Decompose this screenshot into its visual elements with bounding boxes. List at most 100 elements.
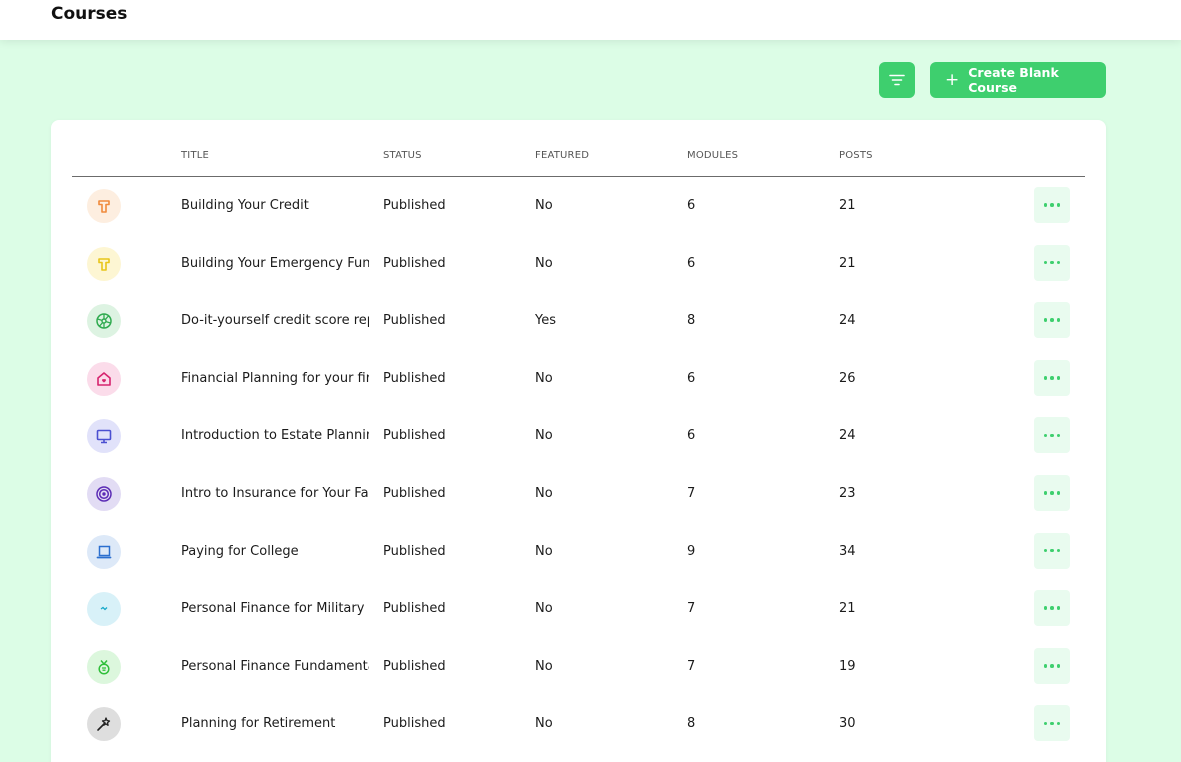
course-status: Published (383, 486, 446, 501)
column-header-status: STATUS (383, 150, 422, 161)
laptop-icon (87, 534, 121, 569)
more-dots-icon (1043, 721, 1048, 726)
course-featured: No (535, 601, 553, 617)
course-title[interactable]: Financial Planning for your first home (181, 350, 369, 407)
top-bar: Courses (0, 0, 1181, 40)
course-modules: 6 (687, 370, 696, 386)
course-featured: No (535, 370, 553, 386)
course-title[interactable]: Paying for College (181, 523, 369, 580)
course-status: Published (383, 601, 446, 617)
course-title[interactable]: Do-it-yourself credit score repair (181, 292, 369, 349)
table-row[interactable]: Paying for College Published No 9 34 (72, 523, 1085, 580)
course-title[interactable]: Introduction to Estate Planning (181, 407, 369, 464)
more-options-button[interactable] (1034, 359, 1070, 396)
table-row[interactable]: Building Your Emergency Fund Published N… (72, 235, 1085, 292)
course-posts: 30 (839, 716, 856, 732)
filter-icon (889, 74, 905, 86)
more-dots-icon (1043, 318, 1048, 322)
course-title[interactable]: Building Your Credit (181, 177, 369, 234)
medal-icon (87, 649, 121, 684)
more-dots-icon (1043, 491, 1048, 495)
course-posts: 26 (839, 370, 856, 386)
course-featured: No (535, 428, 553, 444)
course-posts: 21 (839, 198, 856, 213)
column-header-posts: POSTS (839, 150, 873, 161)
course-title[interactable]: Building Your Emergency Fund (181, 235, 369, 292)
plus-icon: + (945, 69, 960, 90)
course-status: Published (383, 370, 446, 386)
more-dots-icon (1043, 376, 1048, 380)
monitor-icon (87, 419, 121, 454)
more-options-button[interactable] (1034, 244, 1070, 281)
course-posts: 21 (839, 601, 856, 617)
course-status: Published (383, 198, 446, 213)
course-modules: 8 (687, 313, 696, 329)
course-featured: Yes (535, 313, 556, 329)
more-options-button[interactable] (1034, 187, 1070, 223)
create-blank-course-button[interactable]: + Create Blank Course (930, 62, 1106, 98)
course-posts: 23 (839, 486, 856, 501)
table-row[interactable]: Planning for Retirement Published No 8 3… (72, 695, 1085, 752)
course-status: Published (383, 716, 446, 732)
more-options-button[interactable] (1034, 705, 1070, 742)
course-title[interactable]: Personal Finance Fundamentals (181, 638, 369, 695)
more-dots-icon (1043, 433, 1048, 438)
course-status: Published (383, 313, 446, 329)
course-title[interactable]: Personal Finance for Military Families (181, 580, 369, 637)
course-featured: No (535, 255, 553, 271)
course-posts: 24 (839, 428, 856, 444)
more-options-button[interactable] (1034, 417, 1070, 454)
more-dots-icon (1043, 260, 1048, 265)
more-options-button[interactable] (1034, 302, 1070, 339)
course-featured: No (535, 198, 553, 213)
course-title[interactable]: Intro to Insurance for Your Family (181, 465, 369, 522)
table-row[interactable]: Intro to Insurance for Your Family Publi… (72, 465, 1085, 522)
course-title[interactable]: Planning for Retirement (181, 695, 369, 752)
create-blank-course-label: Create Blank Course (968, 65, 1059, 95)
course-modules: 9 (687, 543, 696, 559)
course-modules: 7 (687, 658, 696, 674)
more-options-button[interactable] (1034, 532, 1070, 569)
heart-icon (87, 592, 121, 627)
courses-table-card: TITLE STATUS FEATURED MODULES POSTS Buil… (51, 120, 1106, 762)
home-icon (87, 361, 121, 396)
hammer-icon (87, 246, 121, 281)
table-row[interactable]: Do-it-yourself credit score repair Publi… (72, 292, 1085, 349)
target-icon (87, 477, 121, 511)
course-status: Published (383, 428, 446, 444)
column-header-featured: FEATURED (535, 150, 590, 161)
course-posts: 21 (839, 255, 856, 271)
course-featured: No (535, 486, 553, 501)
column-header-modules: MODULES (687, 150, 739, 161)
course-posts: 19 (839, 658, 856, 674)
course-featured: No (535, 543, 553, 559)
course-modules: 7 (687, 486, 696, 501)
table-header: TITLE STATUS FEATURED MODULES POSTS (72, 120, 1085, 177)
table-row[interactable]: Personal Finance Fundamentals Published … (72, 638, 1085, 695)
filter-button[interactable] (879, 62, 915, 98)
course-posts: 24 (839, 313, 856, 329)
course-modules: 6 (687, 255, 696, 271)
hammer-icon (87, 189, 121, 223)
more-options-button[interactable] (1034, 475, 1070, 511)
course-featured: No (535, 658, 553, 674)
wheel-icon (87, 304, 121, 339)
table-row[interactable]: Building Your Credit Published No 6 21 (72, 177, 1085, 234)
more-dots-icon (1043, 548, 1048, 553)
course-featured: No (535, 716, 553, 732)
more-dots-icon (1043, 664, 1048, 668)
course-modules: 7 (687, 601, 696, 617)
page-title: Courses (51, 4, 128, 24)
more-dots-icon (1043, 606, 1048, 610)
course-modules: 8 (687, 716, 696, 732)
table-row[interactable]: Financial Planning for your first home P… (72, 350, 1085, 407)
table-row[interactable]: Personal Finance for Military Families P… (72, 580, 1085, 637)
course-status: Published (383, 255, 446, 271)
course-posts: 34 (839, 543, 856, 559)
column-header-title: TITLE (181, 150, 210, 161)
course-status: Published (383, 658, 446, 674)
course-modules: 6 (687, 198, 696, 213)
table-row[interactable]: Introduction to Estate Planning Publishe… (72, 407, 1085, 464)
more-options-button[interactable] (1034, 590, 1070, 627)
more-options-button[interactable] (1034, 647, 1070, 684)
